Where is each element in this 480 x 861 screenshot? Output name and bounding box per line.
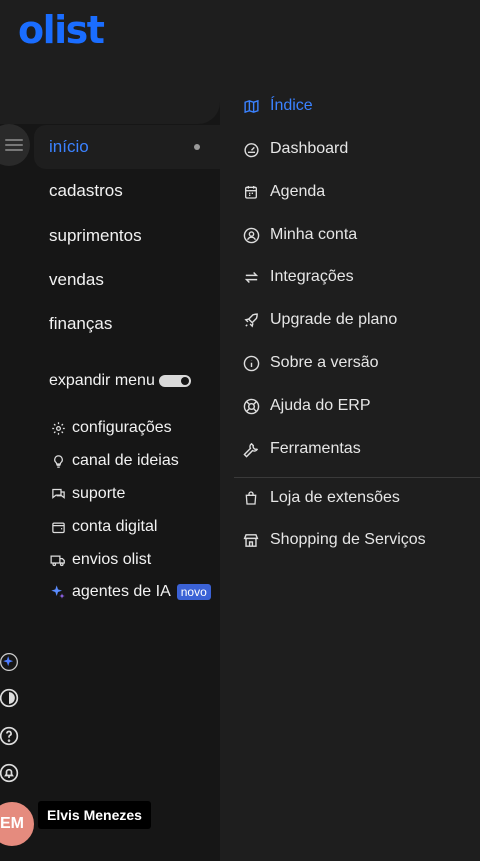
gear-icon bbox=[49, 419, 67, 437]
expand-menu-label: expandir menu bbox=[49, 372, 155, 389]
info-icon bbox=[242, 354, 260, 372]
arrows-swap-icon bbox=[242, 268, 260, 286]
submenu-minha-conta[interactable]: Minha conta bbox=[242, 226, 357, 244]
util-canal-de-ideias-label: canal de ideias bbox=[72, 452, 179, 469]
rocket-icon bbox=[242, 311, 260, 329]
truck-icon bbox=[49, 551, 67, 569]
nav-item-inicio[interactable]: início bbox=[49, 137, 89, 157]
submenu-upgrade-de-plano[interactable]: Upgrade de plano bbox=[242, 311, 397, 329]
submenu-shopping-de-servicos-label: Shopping de Serviços bbox=[270, 531, 426, 548]
submenu-agenda[interactable]: Agenda bbox=[242, 183, 325, 201]
submenu-loja-de-extensoes[interactable]: Loja de extensões bbox=[242, 489, 400, 507]
submenu-ferramentas-label: Ferramentas bbox=[270, 440, 361, 457]
help-icon[interactable] bbox=[0, 725, 20, 747]
submenu-agenda-label: Agenda bbox=[270, 183, 326, 200]
submenu-integracoes[interactable]: Integrações bbox=[242, 268, 354, 286]
bell-icon[interactable] bbox=[0, 762, 20, 784]
util-agentes-de-ia-label: agentes de IA bbox=[72, 583, 171, 600]
user-name-tooltip: Elvis Menezes bbox=[38, 801, 151, 829]
submenu-indice[interactable]: Índice bbox=[242, 97, 313, 115]
user-avatar[interactable]: EM bbox=[0, 800, 36, 848]
submenu-indice-label: Índice bbox=[270, 97, 313, 114]
nav-item-cadastros[interactable]: cadastros bbox=[49, 181, 123, 201]
chat-icon bbox=[49, 485, 67, 503]
lightbulb-icon bbox=[49, 452, 67, 470]
active-indicator-dot bbox=[194, 144, 200, 150]
wallet-icon bbox=[49, 518, 67, 536]
submenu-dashboard[interactable]: Dashboard bbox=[242, 140, 348, 158]
submenu-sobre-a-versao-label: Sobre a versão bbox=[270, 354, 379, 371]
logo-area: olist bbox=[0, 0, 220, 124]
new-badge: novo bbox=[176, 584, 211, 600]
nav-item-vendas[interactable]: vendas bbox=[49, 270, 104, 290]
nav-item-financas[interactable]: finanças bbox=[49, 314, 112, 334]
submenu-sobre-a-versao[interactable]: Sobre a versão bbox=[242, 354, 379, 372]
left-sidebar: olist início cadastros suprimentos venda… bbox=[0, 0, 220, 861]
wrench-icon bbox=[242, 440, 260, 458]
util-configuracoes[interactable]: configurações bbox=[49, 419, 172, 437]
shopping-bag-icon bbox=[242, 489, 260, 507]
submenu-ajuda-do-erp[interactable]: Ajuda do ERP bbox=[242, 397, 371, 415]
menu-toggle-button[interactable] bbox=[0, 124, 30, 166]
util-envios-olist-label: envios olist bbox=[72, 551, 152, 568]
nav-item-suprimentos[interactable]: suprimentos bbox=[49, 226, 142, 246]
expand-menu-row[interactable]: expandir menu bbox=[49, 372, 191, 390]
submenu-loja-de-extensoes-label: Loja de extensões bbox=[270, 489, 400, 506]
submenu-integracoes-label: Integrações bbox=[270, 268, 354, 285]
calendar-icon bbox=[242, 183, 260, 201]
submenu-dashboard-label: Dashboard bbox=[270, 140, 349, 157]
contrast-icon[interactable] bbox=[0, 687, 20, 709]
user-circle-icon bbox=[242, 226, 260, 244]
expand-menu-toggle[interactable] bbox=[158, 375, 191, 387]
submenu-minha-conta-label: Minha conta bbox=[270, 226, 358, 243]
submenu-ferramentas[interactable]: Ferramentas bbox=[242, 440, 361, 458]
submenu-upgrade-de-plano-label: Upgrade de plano bbox=[270, 311, 398, 328]
util-canal-de-ideias[interactable]: canal de ideias bbox=[49, 452, 179, 470]
olist-logo[interactable]: olist bbox=[18, 8, 105, 52]
submenu-panel bbox=[220, 0, 480, 861]
util-suporte-label: suporte bbox=[72, 485, 126, 502]
submenu-divider bbox=[234, 477, 480, 478]
util-conta-digital-label: conta digital bbox=[72, 518, 158, 535]
util-conta-digital[interactable]: conta digital bbox=[49, 518, 157, 536]
util-envios-olist[interactable]: envios olist bbox=[49, 551, 151, 569]
gauge-icon bbox=[242, 140, 260, 158]
store-icon bbox=[242, 531, 260, 549]
util-configuracoes-label: configurações bbox=[72, 419, 172, 436]
hamburger-icon bbox=[5, 136, 23, 154]
map-icon bbox=[242, 97, 260, 115]
sparkle-icon bbox=[49, 583, 67, 601]
submenu-ajuda-do-erp-label: Ajuda do ERP bbox=[270, 397, 371, 414]
util-agentes-de-ia[interactable]: agentes de IA novo bbox=[49, 583, 211, 601]
lifebuoy-icon bbox=[242, 397, 260, 415]
submenu-shopping-de-servicos[interactable]: Shopping de Serviços bbox=[242, 531, 426, 549]
ai-sparkle-shortcut-icon[interactable] bbox=[0, 651, 20, 673]
util-suporte[interactable]: suporte bbox=[49, 485, 125, 503]
